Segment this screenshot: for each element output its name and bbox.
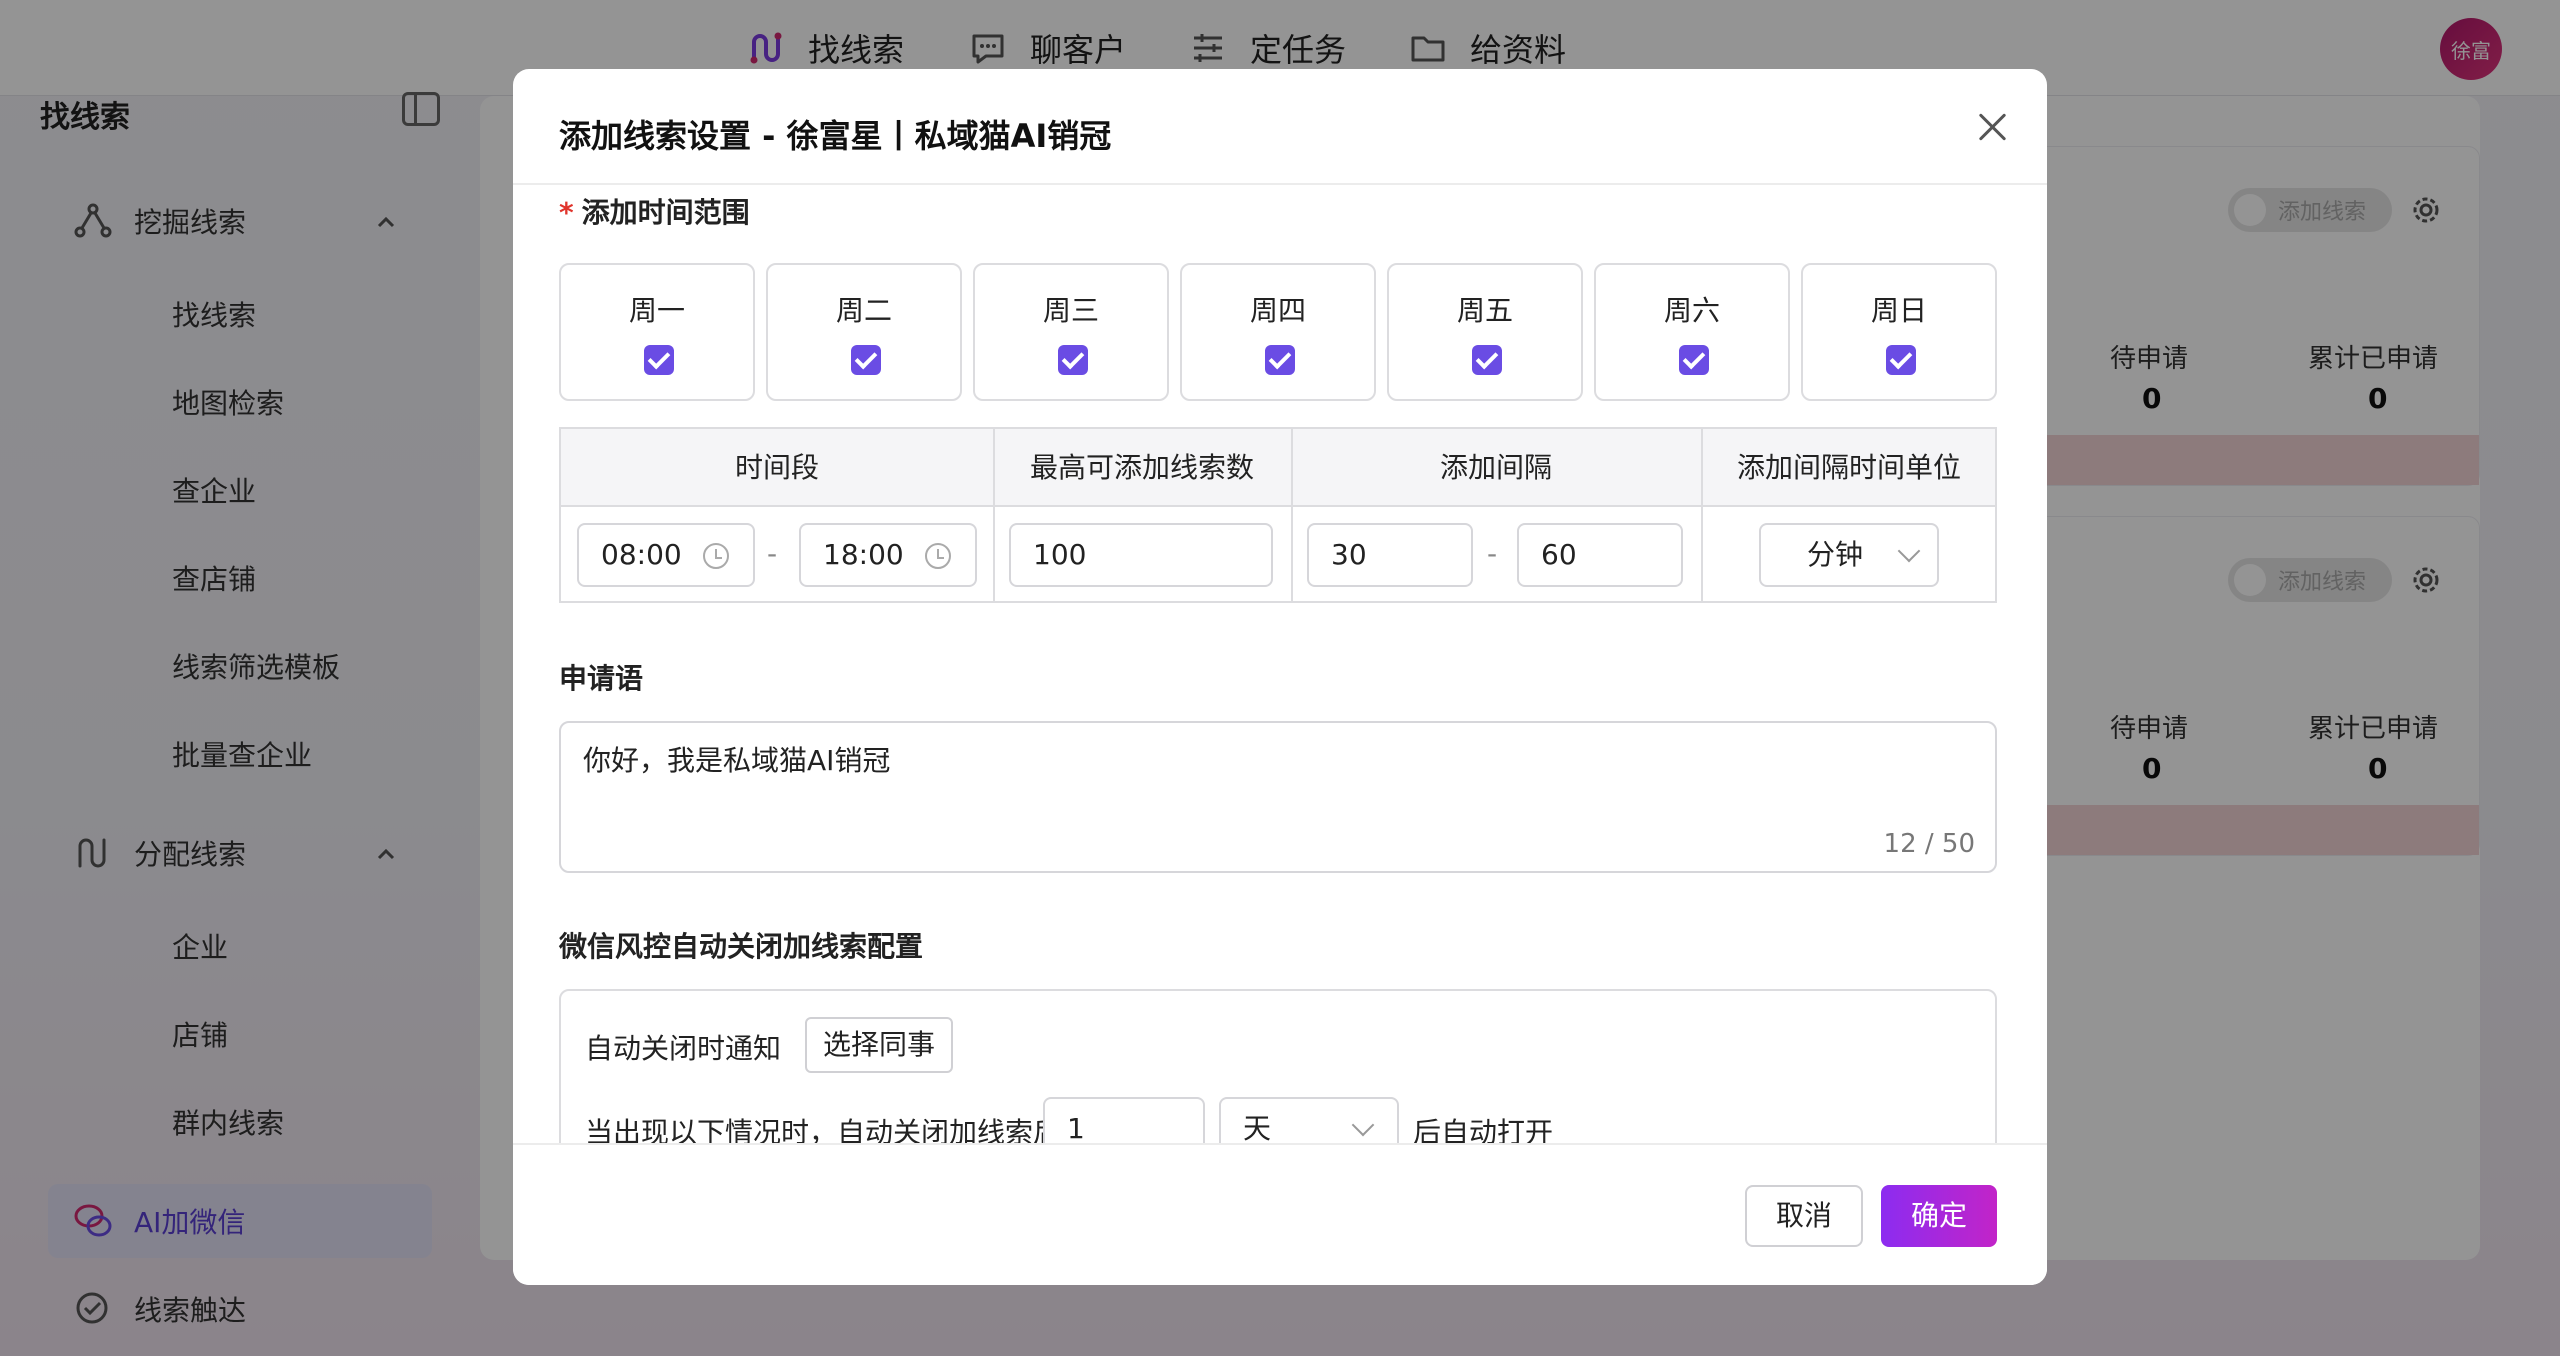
day-label: 周五 <box>1456 294 1513 327</box>
choose-colleague-button[interactable]: 选择同事 <box>805 1017 954 1073</box>
dialog-title: 添加线索设置 - 徐富星丨私域猫AI销冠 <box>559 117 1112 155</box>
range-separator: - <box>1487 537 1498 570</box>
day-label: 周二 <box>835 294 892 327</box>
notify-label: 自动关闭时通知 <box>585 1032 782 1065</box>
column-header-interval: 添加间隔 <box>1439 451 1552 484</box>
column-header-interval-unit: 添加间隔时间单位 <box>1736 451 1961 484</box>
day-label: 周三 <box>1042 294 1099 327</box>
time-range-label: * 添加时间范围 <box>559 196 750 229</box>
interval-max-input[interactable]: 60 <box>1517 523 1683 587</box>
interval-min-input[interactable]: 30 <box>1307 523 1473 587</box>
schedule-table: 时间段 最高可添加线索数 添加间隔 添加间隔时间单位 08:00 - 18:00… <box>559 427 1997 603</box>
dialog-footer: 取消 确定 <box>513 1143 2047 1285</box>
start-time-value: 08:00 <box>601 538 682 571</box>
day-option-sun[interactable]: 周日 <box>1801 263 1997 401</box>
confirm-button[interactable]: 确定 <box>1881 1185 1997 1247</box>
start-time-picker[interactable]: 08:00 <box>577 523 755 587</box>
day-label: 周一 <box>628 294 685 327</box>
end-time-value: 18:00 <box>823 538 904 571</box>
cancel-button[interactable]: 取消 <box>1745 1185 1863 1247</box>
day-option-wed[interactable]: 周三 <box>973 263 1169 401</box>
day-option-thu[interactable]: 周四 <box>1180 263 1376 401</box>
interval-unit-value: 分钟 <box>1806 538 1863 571</box>
chevron-down-icon <box>1897 539 1921 563</box>
greeting-label: 申请语 <box>559 662 644 695</box>
char-count: 12 / 50 <box>1883 829 1975 859</box>
column-divider <box>1701 429 1703 601</box>
add-leads-settings-dialog: 添加线索设置 - 徐富星丨私域猫AI销冠 * 添加时间范围 周一 周二 周三 周四… <box>513 69 2047 1285</box>
checkbox-checked-icon[interactable] <box>644 345 674 375</box>
day-label: 周六 <box>1663 294 1720 327</box>
day-option-sat[interactable]: 周六 <box>1594 263 1790 401</box>
greeting-text: 你好，我是私域猫AI销冠 <box>583 744 891 777</box>
table-header: 时间段 最高可添加线索数 添加间隔 添加间隔时间单位 <box>561 429 1995 507</box>
day-label: 周四 <box>1249 294 1306 327</box>
checkbox-checked-icon[interactable] <box>851 345 881 375</box>
max-leads-input[interactable]: 100 <box>1009 523 1273 587</box>
clock-icon <box>703 543 729 569</box>
interval-unit-select[interactable]: 分钟 <box>1759 523 1939 587</box>
greeting-textarea[interactable]: 你好，我是私域猫AI销冠 12 / 50 <box>559 721 1997 873</box>
column-divider <box>993 429 995 601</box>
close-icon[interactable] <box>1971 105 2015 149</box>
column-header-max-leads: 最高可添加线索数 <box>1029 451 1254 484</box>
checkbox-checked-icon[interactable] <box>1265 345 1295 375</box>
day-option-mon[interactable]: 周一 <box>559 263 755 401</box>
column-divider <box>1291 429 1293 601</box>
day-label: 周日 <box>1870 294 1927 327</box>
dialog-header: 添加线索设置 - 徐富星丨私域猫AI销冠 <box>513 69 2047 185</box>
required-mark: * <box>559 196 574 229</box>
risk-config-label: 微信风控自动关闭加线索配置 <box>559 930 924 963</box>
range-separator: - <box>767 537 778 570</box>
day-option-fri[interactable]: 周五 <box>1387 263 1583 401</box>
chevron-down-icon <box>1351 1113 1375 1137</box>
clock-icon <box>925 543 951 569</box>
day-option-tue[interactable]: 周二 <box>766 263 962 401</box>
checkbox-checked-icon[interactable] <box>1472 345 1502 375</box>
checkbox-checked-icon[interactable] <box>1886 345 1916 375</box>
checkbox-checked-icon[interactable] <box>1058 345 1088 375</box>
end-time-picker[interactable]: 18:00 <box>799 523 977 587</box>
reopen-unit-value: 天 <box>1243 1112 1272 1145</box>
column-header-time-slot: 时间段 <box>734 451 819 484</box>
checkbox-checked-icon[interactable] <box>1679 345 1709 375</box>
